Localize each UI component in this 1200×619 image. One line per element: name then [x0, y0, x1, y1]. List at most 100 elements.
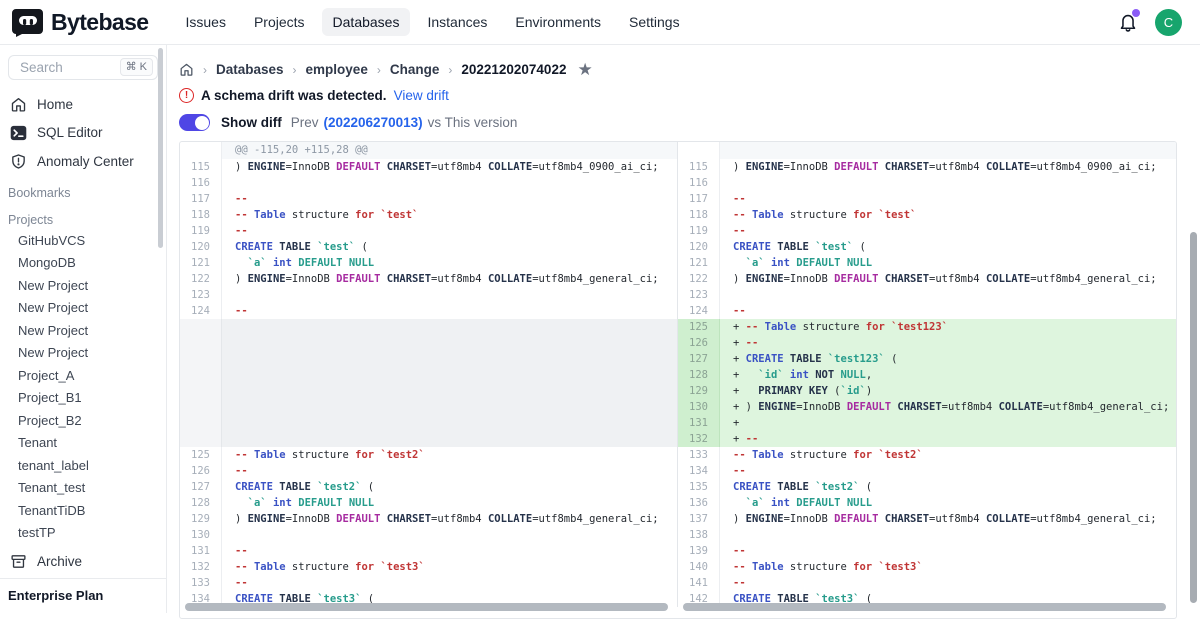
search-input[interactable]: [18, 59, 104, 76]
sidebar-item-archive[interactable]: Archive: [10, 553, 156, 570]
breadcrumb-separator: ›: [377, 63, 381, 77]
project-item[interactable]: New Project: [0, 297, 166, 320]
diff-line: 125+ -- Table structure for `test123`: [678, 319, 1176, 335]
topnav-item-settings[interactable]: Settings: [618, 8, 691, 36]
bytebase-logo[interactable]: Bytebase: [12, 8, 148, 37]
breadcrumb-separator: ›: [448, 63, 452, 77]
diff-column-current: 115) ENGINE=InnoDB DEFAULT CHARSET=utf8m…: [678, 142, 1176, 607]
topnav-item-instances[interactable]: Instances: [416, 8, 498, 36]
notification-bell-icon[interactable]: [1117, 11, 1139, 33]
breadcrumb-separator: ›: [293, 63, 297, 77]
project-item[interactable]: Project_B1: [0, 387, 166, 410]
bookmarks-section-label: Bookmarks: [0, 176, 166, 203]
diff-line: 139--: [678, 543, 1176, 559]
projects-section-label: Projects: [0, 203, 166, 230]
project-item[interactable]: MongoDB: [0, 252, 166, 275]
view-drift-link[interactable]: View drift: [394, 88, 449, 103]
topnav-item-issues[interactable]: Issues: [174, 8, 236, 36]
sidebar-item-label: Anomaly Center: [37, 154, 134, 169]
sidebar-item-home[interactable]: Home: [0, 90, 166, 119]
diff-line: 120CREATE TABLE `test` (: [180, 239, 677, 255]
diff-line: 127+ CREATE TABLE `test123` (: [678, 351, 1176, 367]
diff-toolbar: Show diff Prev (202206270013) vs This ve…: [179, 114, 1200, 131]
project-item[interactable]: Project_B2: [0, 410, 166, 433]
search-shortcut-badge: ⌘ K: [120, 58, 153, 76]
alert-icon: !: [179, 88, 194, 103]
diff-line: 129+ PRIMARY KEY (`id`): [678, 383, 1176, 399]
project-item[interactable]: New Project: [0, 342, 166, 365]
diff-line: 118-- Table structure for `test`: [180, 207, 677, 223]
project-item[interactable]: Tenant: [0, 432, 166, 455]
diff-line: 130+ ) ENGINE=InnoDB DEFAULT CHARSET=utf…: [678, 399, 1176, 415]
schema-diff-panel: @@ -115,20 +115,28 @@115) ENGINE=InnoDB …: [179, 141, 1177, 619]
diff-line: 120CREATE TABLE `test` (: [678, 239, 1176, 255]
project-list: GitHubVCSMongoDBNew ProjectNew ProjectNe…: [0, 230, 166, 547]
diff-line: 133-- Table structure for `test2`: [678, 447, 1176, 463]
terminal-icon: [10, 125, 27, 141]
diff-line: 122) ENGINE=InnoDB DEFAULT CHARSET=utf8m…: [678, 271, 1176, 287]
breadcrumb-link-databases[interactable]: Databases: [216, 62, 284, 77]
diff-line: 123: [180, 287, 677, 303]
breadcrumb-home-icon[interactable]: [179, 62, 194, 77]
topnav-item-environments[interactable]: Environments: [504, 8, 612, 36]
schema-drift-alert: ! A schema drift was detected. View drif…: [179, 88, 1200, 103]
sidebar-item-anomaly-center[interactable]: Anomaly Center: [0, 147, 166, 176]
diff-line: 135CREATE TABLE `test2` (: [678, 479, 1176, 495]
diff-line: 119--: [180, 223, 677, 239]
page-vertical-scrollbar[interactable]: [1190, 232, 1197, 603]
diff-hunk-header: [678, 142, 1176, 159]
alert-text: A schema drift was detected.: [201, 88, 387, 103]
project-item[interactable]: New Project: [0, 320, 166, 343]
bytebase-logo-icon: [12, 8, 43, 37]
diff-line: 123: [678, 287, 1176, 303]
diff-line: 116: [678, 175, 1176, 191]
right-horizontal-scrollbar[interactable]: [683, 603, 1166, 611]
search-box[interactable]: ⌘ K: [8, 55, 158, 80]
topnav-item-projects[interactable]: Projects: [243, 8, 316, 36]
sidebar-item-label: Home: [37, 97, 73, 112]
diff-line: 136 `a` int DEFAULT NULL: [678, 495, 1176, 511]
diff-line: 119--: [678, 223, 1176, 239]
diff-line: 122) ENGINE=InnoDB DEFAULT CHARSET=utf8m…: [180, 271, 677, 287]
diff-line: [180, 383, 677, 399]
diff-column-previous: @@ -115,20 +115,28 @@115) ENGINE=InnoDB …: [180, 142, 678, 607]
project-item[interactable]: New Project: [0, 275, 166, 298]
sidebar-scrollbar[interactable]: [158, 48, 163, 248]
project-item[interactable]: Tenant_test: [0, 477, 166, 500]
sidebar-item-sql-editor[interactable]: SQL Editor: [0, 119, 166, 147]
breadcrumb-link-change[interactable]: Change: [390, 62, 440, 77]
diff-line: [180, 431, 677, 447]
user-avatar[interactable]: C: [1155, 9, 1182, 36]
diff-line: [180, 415, 677, 431]
toggle-knob: [195, 116, 209, 130]
project-item[interactable]: testTP: [0, 522, 166, 545]
project-item[interactable]: GitHubVCS: [0, 230, 166, 253]
notification-badge: [1132, 9, 1140, 17]
diff-line: [180, 367, 677, 383]
diff-line: 141--: [678, 575, 1176, 591]
diff-line: 129) ENGINE=InnoDB DEFAULT CHARSET=utf8m…: [180, 511, 677, 527]
diff-line: 131--: [180, 543, 677, 559]
bookmark-star-icon[interactable]: ★: [577, 61, 592, 78]
project-item[interactable]: tenant_label: [0, 455, 166, 478]
sidebar-nav: Home SQL Editor Anomaly Center: [0, 90, 166, 176]
diff-line: 117--: [678, 191, 1176, 207]
diff-line: 128 `a` int DEFAULT NULL: [180, 495, 677, 511]
archive-icon: [10, 553, 27, 570]
breadcrumb-link-employee[interactable]: employee: [306, 62, 368, 77]
diff-hunk-header: @@ -115,20 +115,28 @@: [180, 142, 677, 159]
prev-version-link[interactable]: (202206270013): [324, 115, 423, 130]
diff-line: 126+ --: [678, 335, 1176, 351]
top-bar: Bytebase IssuesProjectsDatabasesInstance…: [0, 0, 1200, 45]
show-diff-toggle[interactable]: [179, 114, 210, 131]
sidebar-item-label: SQL Editor: [37, 125, 103, 140]
brand-name: Bytebase: [51, 9, 148, 36]
project-item[interactable]: TenantTiDB: [0, 500, 166, 523]
breadcrumb: ›Databases›employee›Change›2022120207402…: [179, 45, 1200, 78]
vs-label: vs This version: [428, 115, 518, 130]
breadcrumb-separator: ›: [203, 63, 207, 77]
main-content: ›Databases›employee›Change›2022120207402…: [167, 45, 1200, 613]
project-item[interactable]: Project_A: [0, 365, 166, 388]
topnav-item-databases[interactable]: Databases: [322, 8, 411, 36]
left-horizontal-scrollbar[interactable]: [185, 603, 668, 611]
